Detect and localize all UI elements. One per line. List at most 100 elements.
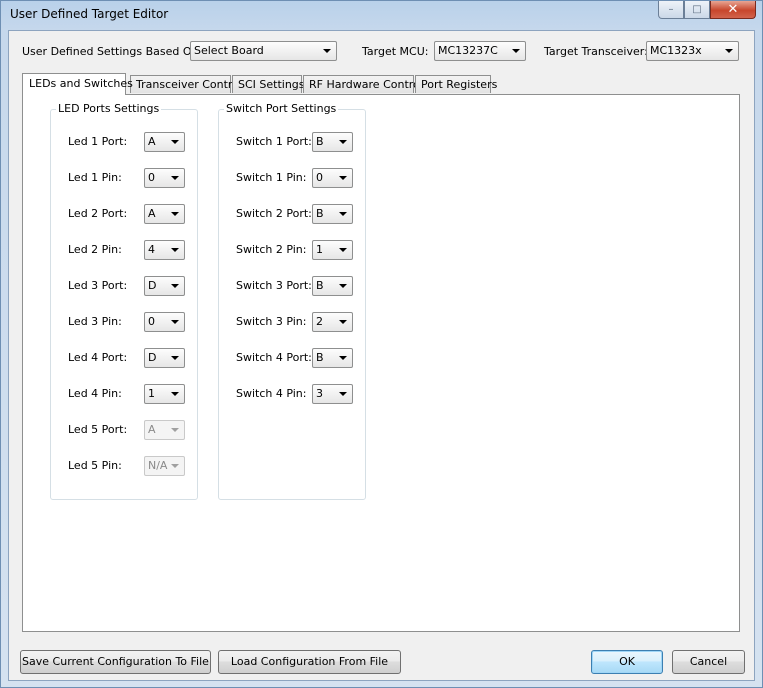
chevron-down-icon [171, 284, 179, 288]
switch-row-label: Switch 1 Port: [236, 135, 312, 148]
switch-row-label: Switch 3 Port: [236, 279, 312, 292]
chevron-down-icon [171, 140, 179, 144]
led-row-label: Led 4 Port: [68, 351, 128, 364]
led-row-select[interactable]: D [144, 276, 185, 296]
tab-leds-and-switches[interactable]: LEDs and Switches [22, 73, 133, 95]
switch-row-label: Switch 2 Port: [236, 207, 312, 220]
chevron-down-icon [171, 356, 179, 360]
switch-port-group-title: Switch Port Settings [224, 102, 339, 115]
switch-port-group: Switch Port Settings Switch 1 Port: B Swit… [218, 102, 366, 500]
tab-transceiver-control[interactable]: Transceiver Control [130, 75, 242, 93]
led-row-select[interactable]: A [144, 204, 185, 224]
led-row-select[interactable]: A [144, 132, 185, 152]
switch-row-value: B [316, 279, 324, 292]
led-row-label: Led 2 Port: [68, 207, 128, 220]
led-row-value: A [148, 423, 156, 436]
tab-sci-settings[interactable]: SCI Settings [232, 75, 305, 93]
target-transceiver-label: Target Transceiver: [544, 45, 648, 58]
switch-row-value: 1 [316, 243, 323, 256]
switch-row-select[interactable]: 1 [312, 240, 353, 260]
chevron-down-icon [725, 49, 733, 53]
led-row-select: N/A [144, 456, 185, 476]
switch-row-select[interactable]: B [312, 204, 353, 224]
chevron-down-icon [339, 176, 347, 180]
led-row-value: 1 [148, 387, 155, 400]
switch-row-value: B [316, 351, 324, 364]
switch-row-select[interactable]: B [312, 276, 353, 296]
led-row-select: A [144, 420, 185, 440]
led-row-select[interactable]: 0 [144, 312, 185, 332]
led-row-label: Led 3 Port: [68, 279, 128, 292]
chevron-down-icon [171, 248, 179, 252]
chevron-down-icon [339, 284, 347, 288]
led-ports-group-title: LED Ports Settings [56, 102, 162, 115]
led-row-select[interactable]: 0 [144, 168, 185, 188]
chevron-down-icon [171, 176, 179, 180]
maximize-button[interactable]: □ [684, 1, 710, 19]
chevron-down-icon [323, 49, 331, 53]
switch-row-value: 3 [316, 387, 323, 400]
led-row-label: Led 4 Pin: [68, 387, 122, 400]
chevron-down-icon [512, 49, 520, 53]
switch-row-select[interactable]: 2 [312, 312, 353, 332]
leds-and-switches-panel: LED Ports Settings Led 1 Port: A Led 1 Pin… [22, 94, 740, 632]
save-configuration-button[interactable]: Save Current Configuration To File [20, 650, 211, 674]
led-row-label: Led 3 Pin: [68, 315, 122, 328]
switch-row-select[interactable]: 0 [312, 168, 353, 188]
switch-row-value: 2 [316, 315, 323, 328]
led-row-select[interactable]: 4 [144, 240, 185, 260]
switch-row-value: B [316, 135, 324, 148]
switch-row-select[interactable]: B [312, 348, 353, 368]
close-button[interactable]: ✕ [710, 1, 756, 19]
settings-based-on-label: User Defined Settings Based On: [22, 45, 203, 58]
chevron-down-icon [171, 320, 179, 324]
switch-row-label: Switch 4 Port: [236, 351, 312, 364]
chevron-down-icon [339, 248, 347, 252]
chevron-down-icon [171, 428, 179, 432]
chevron-down-icon [339, 356, 347, 360]
led-row-label: Led 5 Port: [68, 423, 128, 436]
chevron-down-icon [171, 464, 179, 468]
led-row-value: A [148, 135, 156, 148]
switch-row-value: B [316, 207, 324, 220]
tab-port-registers[interactable]: Port Registers [415, 75, 497, 93]
led-row-value: 0 [148, 171, 155, 184]
led-row-label: Led 1 Port: [68, 135, 128, 148]
led-row-value: 4 [148, 243, 155, 256]
editor-window: User Defined Target Editor – □ ✕ User De… [0, 0, 763, 688]
load-configuration-button[interactable]: Load Configuration From File [218, 650, 401, 674]
switch-row-select[interactable]: 3 [312, 384, 353, 404]
settings-based-on-select[interactable]: Select Board [190, 41, 337, 61]
chevron-down-icon [171, 212, 179, 216]
switch-row-label: Switch 2 Pin: [236, 243, 307, 256]
tab-rf-hardware-control[interactable]: RF Hardware Control [303, 75, 423, 93]
led-row-value: D [148, 279, 157, 292]
led-ports-group: LED Ports Settings Led 1 Port: A Led 1 Pin… [50, 102, 198, 500]
caption-buttons: – □ ✕ [658, 1, 756, 19]
switch-row-label: Switch 1 Pin: [236, 171, 307, 184]
target-transceiver-select[interactable]: MC1323x [646, 41, 739, 61]
switch-row-select[interactable]: B [312, 132, 353, 152]
chevron-down-icon [339, 212, 347, 216]
led-row-select[interactable]: 1 [144, 384, 185, 404]
target-mcu-select[interactable]: MC13237C [434, 41, 526, 61]
target-transceiver-value: MC1323x [650, 44, 702, 57]
led-row-label: Led 2 Pin: [68, 243, 122, 256]
chevron-down-icon [339, 320, 347, 324]
led-row-value: D [148, 351, 157, 364]
title-bar[interactable]: User Defined Target Editor – □ ✕ [1, 1, 762, 29]
minimize-button[interactable]: – [658, 1, 684, 19]
cancel-button[interactable]: Cancel [672, 650, 745, 674]
switch-row-value: 0 [316, 171, 323, 184]
ok-button[interactable]: OK [591, 650, 663, 674]
led-row-select[interactable]: D [144, 348, 185, 368]
target-mcu-label: Target MCU: [362, 45, 429, 58]
target-mcu-value: MC13237C [438, 44, 498, 57]
led-row-label: Led 1 Pin: [68, 171, 122, 184]
dialog-client-area: User Defined Settings Based On: Select B… [8, 30, 755, 681]
led-row-value: N/A [148, 459, 168, 472]
led-row-label: Led 5 Pin: [68, 459, 122, 472]
settings-based-on-value: Select Board [194, 44, 264, 57]
led-row-value: 0 [148, 315, 155, 328]
switch-row-label: Switch 4 Pin: [236, 387, 307, 400]
